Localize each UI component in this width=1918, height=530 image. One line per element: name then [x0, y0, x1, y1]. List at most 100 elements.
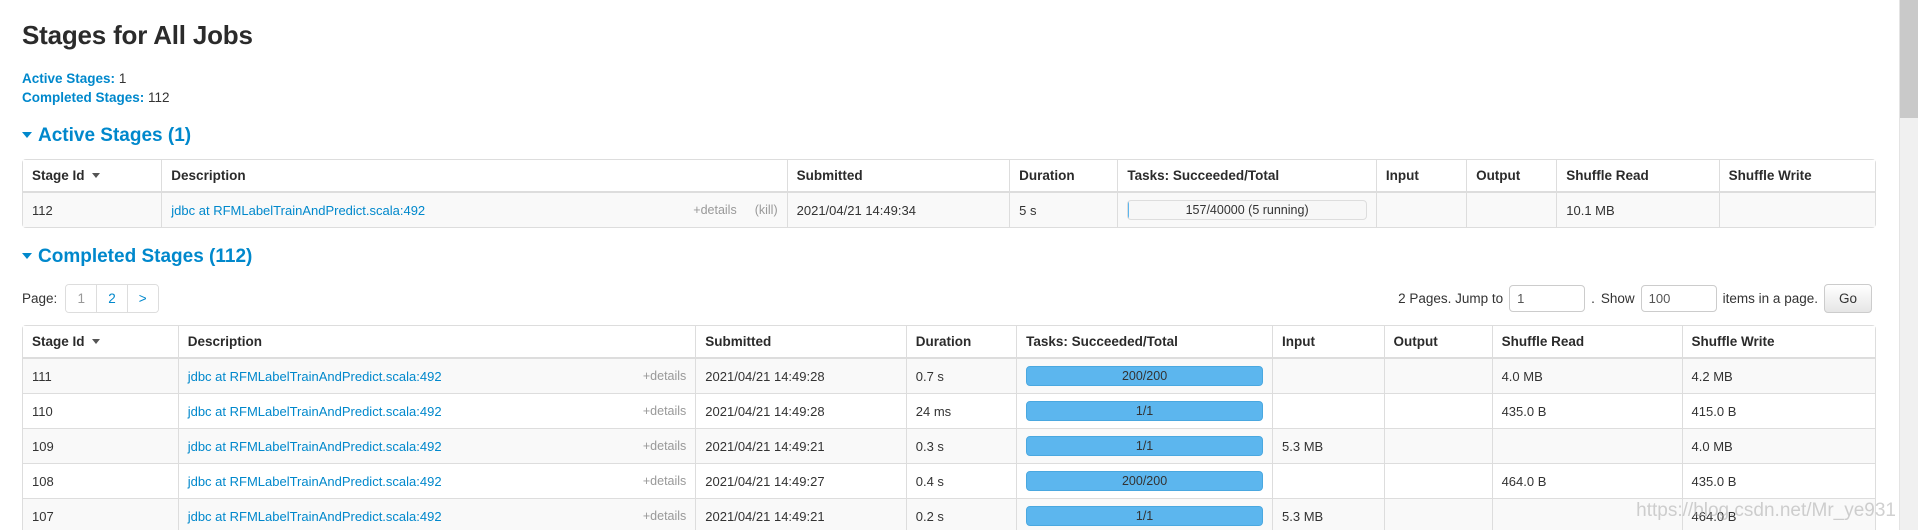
details-toggle[interactable]: +details: [693, 203, 736, 217]
completed-col-output[interactable]: Output: [1383, 326, 1492, 358]
cell-shuffle-read: 464.0 B: [1491, 463, 1682, 498]
completed-col-shuffle-write[interactable]: Shuffle Write: [1681, 326, 1875, 358]
cell-tasks-progress: 157/40000 (5 running): [1117, 192, 1376, 227]
cell-tasks-progress: 1/1: [1016, 393, 1273, 428]
cell-stage-id: 108: [23, 463, 178, 498]
task-progress-label: 200/200: [1121, 369, 1168, 383]
task-progress-label: 200/200: [1121, 474, 1168, 488]
active-col-shuffle-read[interactable]: Shuffle Read: [1556, 160, 1719, 192]
cell-tasks-progress: 200/200: [1016, 358, 1273, 393]
cell-duration: 0.7 s: [905, 358, 1017, 393]
cell-submitted: 2021/04/21 14:49:28: [695, 393, 906, 428]
go-button[interactable]: Go: [1823, 284, 1872, 313]
details-toggle[interactable]: +details: [643, 404, 686, 418]
details-toggle[interactable]: +details: [643, 439, 686, 453]
cell-shuffle-read: 4.0 MB: [1491, 358, 1682, 393]
table-row: 110 jdbc at RFMLabelTrainAndPredict.scal…: [23, 393, 1875, 428]
active-col-duration[interactable]: Duration: [1009, 160, 1118, 192]
cell-tasks-progress: 1/1: [1016, 428, 1273, 463]
stage-description-link[interactable]: jdbc at RFMLabelTrainAndPredict.scala:49…: [188, 404, 442, 419]
active-col-description[interactable]: Description: [161, 160, 787, 192]
details-toggle[interactable]: +details: [643, 369, 686, 383]
active-col-shuffle-write[interactable]: Shuffle Write: [1718, 160, 1875, 192]
task-progress-bar: 157/40000 (5 running): [1127, 200, 1367, 220]
sort-descending-icon: [91, 338, 100, 344]
cell-shuffle-read: [1491, 498, 1682, 530]
completed-col-input[interactable]: Input: [1272, 326, 1384, 358]
cell-input: 5.3 MB: [1272, 498, 1384, 530]
summary-completed-stages: Completed Stages: 112: [22, 88, 1876, 107]
task-progress-bar: 200/200: [1026, 471, 1264, 491]
completed-col-tasks[interactable]: Tasks: Succeeded/Total: [1016, 326, 1273, 358]
page-title: Stages for All Jobs: [22, 20, 253, 50]
completed-col-submitted[interactable]: Submitted: [695, 326, 906, 358]
cell-description: jdbc at RFMLabelTrainAndPredict.scala:49…: [177, 498, 696, 530]
completed-col-shuffle-read[interactable]: Shuffle Read: [1491, 326, 1682, 358]
cell-shuffle-read: [1491, 428, 1682, 463]
task-progress-label: 1/1: [1135, 404, 1154, 418]
cell-description: jdbc at RFMLabelTrainAndPredict.scala:49…: [177, 463, 696, 498]
cell-shuffle-read: 435.0 B: [1491, 393, 1682, 428]
page-button-2[interactable]: 2: [96, 285, 127, 312]
page-next-button[interactable]: >: [126, 285, 158, 312]
summary-completed-stages-label: Completed Stages:: [22, 90, 145, 105]
cell-output: [1466, 192, 1557, 227]
stage-description-link[interactable]: jdbc at RFMLabelTrainAndPredict.scala:49…: [188, 439, 442, 454]
completed-stages-body: 111 jdbc at RFMLabelTrainAndPredict.scal…: [23, 358, 1875, 530]
active-stages-section-header[interactable]: Active Stages (1): [22, 125, 1876, 147]
completed-col-stage-id-label: Stage Id: [32, 334, 85, 349]
items-per-page-input[interactable]: [1640, 285, 1717, 312]
active-col-stage-id[interactable]: Stage Id: [23, 160, 162, 192]
active-col-submitted[interactable]: Submitted: [786, 160, 1010, 192]
task-progress-bar: 1/1: [1026, 436, 1264, 456]
completed-stages-section-header[interactable]: Completed Stages (112): [22, 246, 1876, 268]
active-stages-header-row: Stage Id Description Submitted Duration …: [23, 160, 1875, 192]
task-progress-bar: 200/200: [1026, 366, 1264, 386]
show-label: Show: [1600, 291, 1635, 306]
vertical-scrollbar[interactable]: [1899, 0, 1918, 530]
summary-active-stages-value: 1: [118, 71, 127, 86]
cell-description: jdbc at RFMLabelTrainAndPredict.scala:49…: [177, 428, 696, 463]
cell-input: [1272, 393, 1384, 428]
active-col-output[interactable]: Output: [1466, 160, 1557, 192]
cell-submitted: 2021/04/21 14:49:34: [786, 192, 1010, 227]
completed-col-description[interactable]: Description: [177, 326, 696, 358]
table-row: 108 jdbc at RFMLabelTrainAndPredict.scal…: [23, 463, 1875, 498]
pagination-controls: 1 2 >: [65, 284, 159, 313]
task-progress-label: 1/1: [1135, 439, 1154, 453]
completed-col-duration[interactable]: Duration: [905, 326, 1017, 358]
summary-active-stages: Active Stages: 1: [22, 69, 1876, 88]
cell-submitted: 2021/04/21 14:49:21: [695, 498, 906, 530]
cell-shuffle-write: 4.2 MB: [1681, 358, 1875, 393]
cell-submitted: 2021/04/21 14:49:28: [695, 358, 906, 393]
cell-input: [1272, 463, 1384, 498]
stage-description-link[interactable]: jdbc at RFMLabelTrainAndPredict.scala:49…: [188, 509, 442, 524]
completed-stages-table: Stage Id Description Submitted Duration …: [22, 325, 1876, 530]
jump-to-page-input[interactable]: [1509, 285, 1586, 312]
details-toggle[interactable]: +details: [643, 474, 686, 488]
details-toggle[interactable]: +details: [643, 509, 686, 523]
pager-separator: .: [1591, 291, 1595, 306]
cell-shuffle-write: [1718, 192, 1875, 227]
stage-description-link[interactable]: jdbc at RFMLabelTrainAndPredict.scala:49…: [188, 474, 442, 489]
scrollbar-thumb[interactable]: [1900, 0, 1918, 118]
summary-active-stages-label: Active Stages:: [22, 71, 116, 86]
cell-shuffle-write: 4.0 MB: [1681, 428, 1875, 463]
cell-output: [1383, 358, 1492, 393]
stage-description-link[interactable]: jdbc at RFMLabelTrainAndPredict.scala:49…: [188, 369, 442, 384]
stage-description-link[interactable]: jdbc at RFMLabelTrainAndPredict.scala:49…: [171, 203, 425, 218]
active-col-input[interactable]: Input: [1375, 160, 1467, 192]
task-progress-label: 157/40000 (5 running): [1185, 203, 1309, 217]
task-progress-bar: 1/1: [1026, 401, 1264, 421]
kill-stage-link[interactable]: (kill): [755, 203, 778, 217]
table-row: 109 jdbc at RFMLabelTrainAndPredict.scal…: [23, 428, 1875, 463]
cell-shuffle-write: 435.0 B: [1681, 463, 1875, 498]
task-progress-bar: 1/1: [1026, 506, 1264, 526]
completed-col-stage-id[interactable]: Stage Id: [23, 326, 178, 358]
active-col-tasks[interactable]: Tasks: Succeeded/Total: [1117, 160, 1376, 192]
page-button-1[interactable]: 1: [66, 285, 97, 312]
pagination-left: Page: 1 2 >: [22, 284, 159, 313]
table-row: 112 jdbc at RFMLabelTrainAndPredict.scal…: [23, 192, 1875, 227]
caret-down-icon: [22, 252, 32, 259]
stages-page: Stages for All Jobs Active Stages: 1 Com…: [0, 0, 1900, 530]
